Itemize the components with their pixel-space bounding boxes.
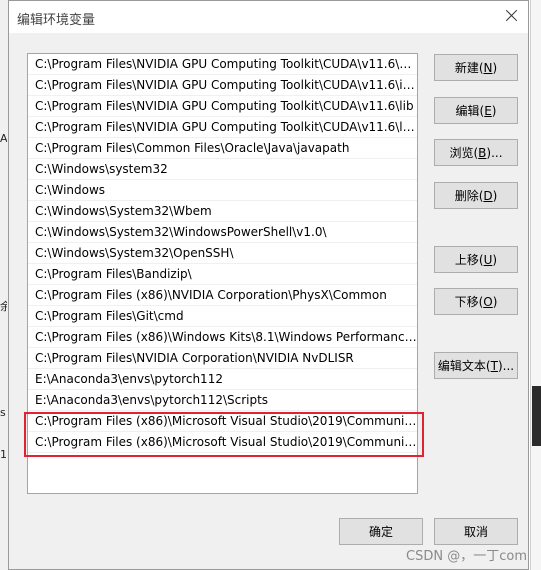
path-entry[interactable]: C:\Program Files\NVIDIA GPU Computing To…: [28, 117, 417, 138]
delete-button-key: D: [483, 188, 493, 203]
browse-button-key: B: [478, 145, 487, 160]
delete-button-label: 删除(: [454, 189, 484, 203]
move-up-button-key: U: [483, 252, 493, 267]
path-entry[interactable]: C:\Program Files\NVIDIA GPU Computing To…: [28, 96, 417, 117]
edit-text-button-key: T: [490, 358, 498, 373]
move-up-button[interactable]: 上移(U): [434, 246, 518, 273]
move-down-button-key: O: [483, 294, 493, 309]
path-entry[interactable]: C:\Windows\System32\WindowsPowerShell\v1…: [28, 222, 417, 243]
path-entry[interactable]: C:\Program Files (x86)\NVIDIA Corporatio…: [28, 285, 417, 306]
path-list[interactable]: C:\Program Files\NVIDIA GPU Computing To…: [27, 53, 418, 494]
background-fragment: A: [0, 132, 7, 145]
edit-button-key: E: [484, 103, 492, 118]
edit-text-button-label: 编辑文本(: [437, 359, 491, 373]
edit-button-end: ): [491, 103, 497, 118]
browse-button[interactable]: 浏览(B)...: [434, 139, 518, 166]
background-dark-block: [532, 386, 541, 446]
move-down-button[interactable]: 下移(O): [434, 288, 518, 315]
move-down-button-label: 下移(: [454, 295, 484, 309]
title-bar: 编辑环境变量: [9, 1, 528, 33]
new-button[interactable]: 新建(N): [434, 54, 518, 81]
dialog-title: 编辑环境变量: [17, 13, 96, 28]
new-button-key: N: [483, 60, 493, 75]
path-entry[interactable]: E:\Anaconda3\envs\pytorch112: [28, 369, 417, 390]
path-entry[interactable]: C:\Windows\system32: [28, 159, 417, 180]
cancel-button[interactable]: 取消: [434, 518, 518, 545]
path-entry[interactable]: C:\Program Files\Bandizip\: [28, 264, 417, 285]
background-fragment: s: [0, 406, 6, 419]
path-entry[interactable]: C:\Program Files (x86)\Microsoft Visual …: [28, 411, 417, 432]
edit-text-button-end: )...: [497, 358, 515, 373]
path-entry[interactable]: C:\Program Files\NVIDIA Corporation\NVID…: [28, 348, 417, 369]
background-window-right: [530, 0, 541, 570]
delete-button-end: ): [492, 188, 498, 203]
path-entry[interactable]: C:\Program Files\Git\cmd: [28, 306, 417, 327]
browse-button-label: 浏览(: [449, 146, 479, 160]
edit-button[interactable]: 编辑(E): [434, 97, 518, 124]
delete-button[interactable]: 删除(D): [434, 182, 518, 209]
new-button-end: ): [492, 60, 498, 75]
path-entry[interactable]: C:\Program Files (x86)\Windows Kits\8.1\…: [28, 327, 417, 348]
move-up-button-label: 上移(: [454, 253, 484, 267]
close-icon[interactable]: [502, 6, 522, 26]
move-down-button-end: ): [492, 294, 498, 309]
background-fragment: 1: [0, 448, 7, 461]
path-entry[interactable]: C:\Windows: [28, 180, 417, 201]
path-entry[interactable]: C:\Windows\System32\OpenSSH\: [28, 243, 417, 264]
edit-text-button[interactable]: 编辑文本(T)...: [434, 352, 518, 379]
edit-env-var-dialog: 编辑环境变量 C:\Program Files\NVIDIA GPU Compu…: [8, 0, 529, 570]
ok-button[interactable]: 确定: [339, 518, 423, 545]
edit-button-label: 编辑(: [455, 104, 485, 118]
path-entry[interactable]: C:\Program Files\Common Files\Oracle\Jav…: [28, 138, 417, 159]
path-entry[interactable]: C:\Program Files\NVIDIA GPU Computing To…: [28, 75, 417, 96]
watermark: CSDN @，一丁com: [406, 549, 527, 564]
background-fragment: 余: [0, 300, 7, 313]
path-entry[interactable]: C:\Windows\System32\Wbem: [28, 201, 417, 222]
move-up-button-end: ): [492, 252, 498, 267]
dialog-body: C:\Program Files\NVIDIA GPU Computing To…: [9, 33, 528, 569]
path-entry[interactable]: E:\Anaconda3\envs\pytorch112\Scripts: [28, 390, 417, 411]
browse-button-end: )...: [486, 145, 503, 160]
path-entry[interactable]: C:\Program Files (x86)\Microsoft Visual …: [28, 432, 417, 453]
path-entry[interactable]: C:\Program Files\NVIDIA GPU Computing To…: [28, 54, 417, 75]
new-button-label: 新建(: [454, 61, 484, 75]
